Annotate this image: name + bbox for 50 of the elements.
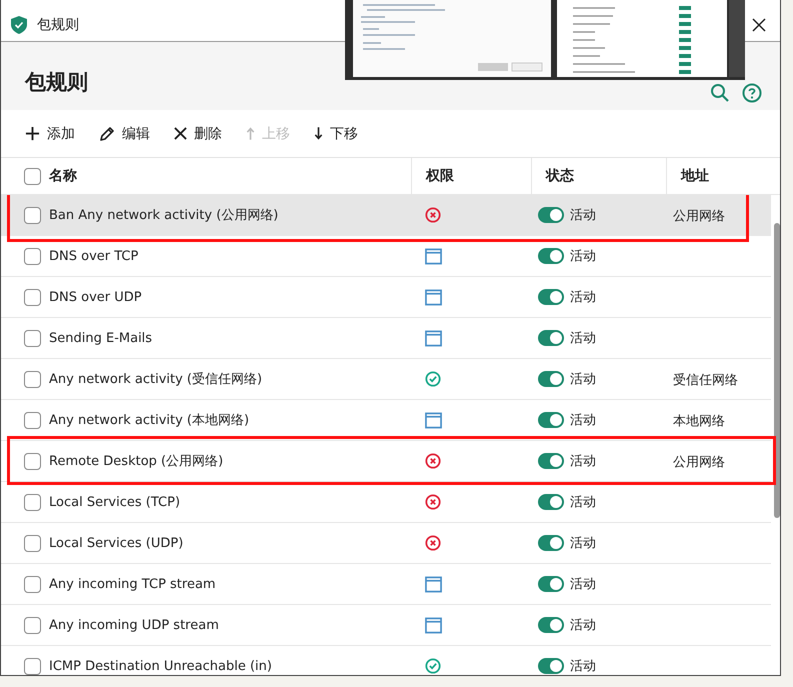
rule-name: Local Services (TCP) [49, 494, 180, 510]
status-text: 活动 [570, 453, 596, 470]
table-row[interactable]: Any network activity (受信任网络) 活动 受信任网络 [1, 359, 771, 400]
table-row[interactable]: Sending E-Mails 活动 [1, 318, 771, 359]
window-title: 包规则 [37, 16, 79, 34]
status-text: 活动 [570, 289, 596, 306]
rule-name: Local Services (UDP) [49, 536, 184, 550]
status-text: 活动 [570, 617, 596, 634]
rule-name: DNS over TCP [49, 248, 138, 264]
table-row[interactable]: Local Services (TCP) 活动 [1, 482, 771, 523]
rule-name: Any network activity (本地网络) [49, 412, 250, 429]
status-text: 活动 [570, 371, 596, 388]
status-text: 活动 [570, 535, 596, 552]
table-row[interactable]: Remote Desktop (公用网络) 活动 公用网络 [1, 441, 771, 482]
table-row[interactable]: Ban Any network activity (公用网络) 活动 公用网络 [1, 195, 771, 236]
table-row[interactable]: Any network activity (本地网络) 活动 本地网络 [1, 400, 771, 441]
table-row[interactable]: Local Services (UDP) 活动 [1, 523, 771, 564]
address-text: 受信任网络 [673, 373, 738, 388]
status-text: 活动 [570, 207, 596, 224]
table-row[interactable]: Any incoming TCP stream 活动 [1, 564, 771, 605]
table-row[interactable]: DNS over UDP 活动 [1, 277, 771, 318]
toolbar-button[interactable]: 添加 [17, 120, 83, 146]
address-text: 本地网络 [673, 414, 725, 429]
table-row[interactable]: Any incoming UDP stream 活动 [1, 605, 771, 646]
status-text: 活动 [570, 658, 596, 675]
rule-name: ICMP Destination Unreachable (in) [49, 658, 272, 674]
column-header[interactable]: 地址 [681, 167, 709, 185]
status-text: 活动 [570, 494, 596, 511]
toolbar-button[interactable]: 下移 [306, 120, 366, 146]
status-text: 活动 [570, 248, 596, 265]
table-row[interactable]: ICMP Destination Unreachable (in) 活动 [1, 646, 771, 675]
page-title: 包规则 [25, 69, 88, 96]
rule-name: Sending E-Mails [49, 330, 152, 346]
toolbar-button[interactable]: 删除 [166, 120, 230, 146]
status-text: 活动 [570, 330, 596, 347]
status-text: 活动 [570, 412, 596, 429]
table-row[interactable]: DNS over TCP 活动 [1, 236, 771, 277]
rule-name: Remote Desktop (公用网络) [49, 453, 224, 470]
status-text: 活动 [570, 576, 596, 593]
column-header[interactable]: 名称 [49, 167, 77, 185]
rule-name: DNS over UDP [49, 290, 142, 304]
rule-name: Any incoming UDP stream [49, 618, 219, 632]
column-header[interactable]: 权限 [426, 167, 454, 185]
address-text: 公用网络 [673, 455, 725, 470]
address-text: 公用网络 [673, 209, 725, 224]
rule-name: Ban Any network activity (公用网络) [49, 207, 278, 224]
rule-name: Any network activity (受信任网络) [49, 371, 262, 388]
column-header[interactable]: 状态 [546, 167, 574, 185]
toolbar-button[interactable]: 编辑 [91, 120, 158, 146]
rule-name: Any incoming TCP stream [49, 576, 216, 592]
